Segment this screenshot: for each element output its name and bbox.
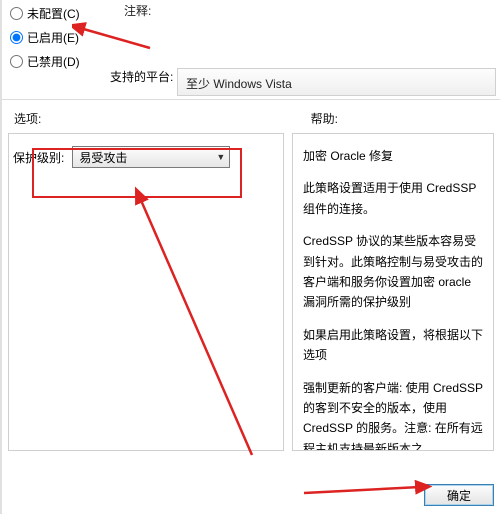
radio-disabled[interactable]: 已禁用(D) (10, 50, 80, 72)
platform-value: 至少 Windows Vista (177, 68, 496, 96)
dialog-footer: 确定 (424, 484, 494, 506)
help-title: 加密 Oracle 修复 (303, 146, 485, 166)
ok-button[interactable]: 确定 (424, 484, 494, 506)
help-label: 帮助: (311, 110, 338, 127)
help-text: 强制更新的客户端: 使用 CredSSP 的客到不安全的版本，使用 CredSS… (303, 378, 485, 451)
panels-row: 保护级别: 易受攻击 ▼ 加密 Oracle 修复 此策略设置适用于使用 Cre… (2, 133, 500, 451)
help-text: 此策略设置适用于使用 CredSSP 组件的连接。 (303, 178, 485, 219)
radio-enabled-label: 已启用(E) (27, 29, 79, 46)
help-text: CredSSP 协议的某些版本容易受到针对。此策略控制与易受攻击的客户端和服务你… (303, 231, 485, 313)
protection-level-label: 保护级别: (13, 149, 64, 166)
config-state-section: 未配置(C) 已启用(E) 已禁用(D) 注释: 支持的平台: 至少 Windo… (2, 0, 500, 100)
radio-not-configured-label: 未配置(C) (27, 5, 80, 22)
options-panel: 保护级别: 易受攻击 ▼ (8, 133, 284, 451)
radio-enabled[interactable]: 已启用(E) (10, 26, 80, 48)
section-labels: 选项: 帮助: (2, 100, 500, 133)
protection-level-value: 易受攻击 (79, 149, 127, 166)
protection-level-dropdown[interactable]: 易受攻击 ▼ (72, 146, 230, 168)
radio-disabled-label: 已禁用(D) (27, 53, 80, 70)
radio-not-configured[interactable]: 未配置(C) (10, 2, 80, 24)
protection-level-row: 保护级别: 易受攻击 ▼ (13, 146, 230, 168)
help-panel: 加密 Oracle 修复 此策略设置适用于使用 CredSSP 组件的连接。 C… (292, 133, 494, 451)
annotation-arrow-icon (302, 475, 432, 505)
help-text: 如果启用此策略设置，将根据以下选项 (303, 325, 485, 366)
radio-not-configured-input[interactable] (10, 7, 23, 20)
state-radio-group: 未配置(C) 已启用(E) 已禁用(D) (10, 0, 80, 74)
platform-label: 支持的平台: (110, 68, 173, 85)
radio-disabled-input[interactable] (10, 55, 23, 68)
comment-label: 注释: (124, 2, 151, 19)
options-label: 选项: (14, 110, 41, 127)
radio-enabled-input[interactable] (10, 31, 23, 44)
chevron-down-icon: ▼ (216, 152, 225, 162)
